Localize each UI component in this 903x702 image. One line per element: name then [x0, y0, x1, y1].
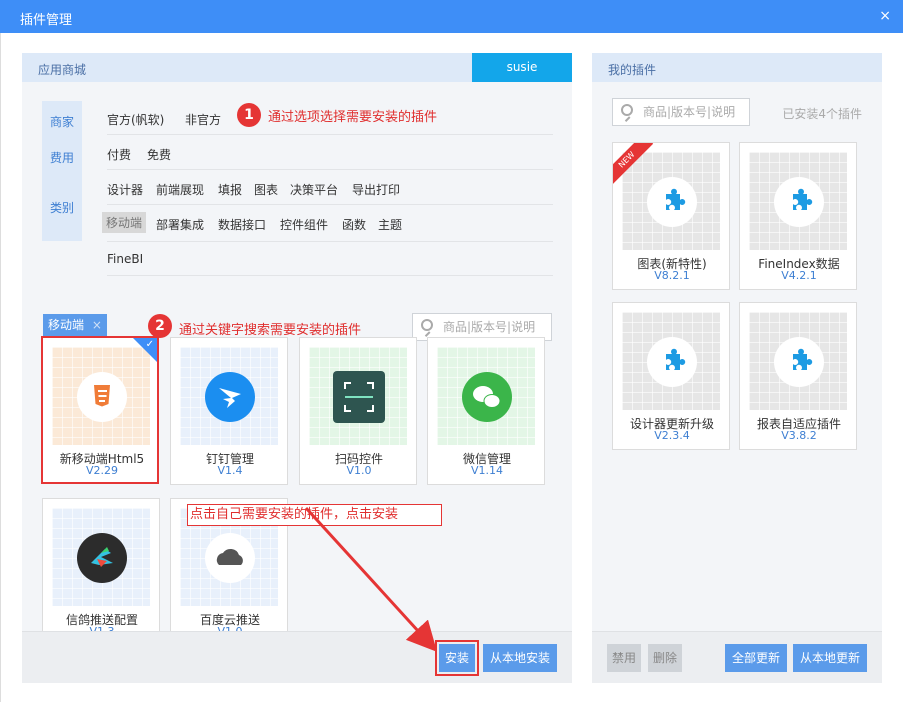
filter-type-item[interactable]: 前端展现: [156, 181, 204, 198]
tag-label: 移动端: [48, 318, 85, 332]
category-fee[interactable]: 费用: [42, 149, 82, 166]
store-panel: 应用商城 susie 商家 费用 类别 官方(帆软) 非官方 付费 免费 设计器…: [22, 53, 572, 683]
wechat-icon: [462, 372, 512, 422]
plugin-version: V2.29: [85, 464, 119, 477]
my-plugins-footer: 禁用 删除 全部更新 从本地更新: [592, 631, 882, 683]
annotation-text-1: 通过选项选择需要安装的插件: [268, 110, 438, 125]
html5-icon: [77, 372, 127, 422]
puzzle-icon: [774, 337, 824, 387]
filter-type-item[interactable]: 函数: [342, 216, 366, 233]
plugin-version: V3.8.2: [781, 429, 817, 442]
puzzle-icon: [647, 337, 697, 387]
filter-paid[interactable]: 付费: [107, 146, 131, 163]
scan-icon: [333, 371, 385, 423]
my-plugins-search-input[interactable]: 商品|版本号|说明: [612, 98, 750, 126]
search-icon: [621, 104, 633, 116]
store-title: 应用商城: [38, 63, 87, 77]
my-plugins-panel: 我的插件 商品|版本号|说明 已安装4个插件 NEW 图表(新特性) V8.2.…: [592, 53, 882, 683]
active-filter-tag[interactable]: 移动端 ×: [43, 314, 107, 337]
user-tab[interactable]: susie: [472, 53, 572, 82]
category-sidebar: 商家 费用 类别: [42, 101, 82, 241]
annotation-badge-2: 2: [148, 314, 172, 338]
plugin-version: V1.0: [346, 464, 372, 477]
plugin-card-pigeon[interactable]: 信鸽推送配置 V1.3: [42, 498, 160, 646]
plugin-version: V8.2.1: [654, 269, 690, 282]
disable-button[interactable]: 禁用: [607, 644, 641, 672]
my-plugins-header: 我的插件: [592, 53, 882, 82]
plugin-version: V1.14: [470, 464, 504, 477]
puzzle-icon: [774, 177, 824, 227]
my-plugin-card[interactable]: NEW 图表(新特性) V8.2.1: [612, 142, 730, 290]
filter-row-type2: 移动端 部署集成 数据接口 控件组件 函数 主题: [102, 206, 553, 240]
plugin-version: V2.3.4: [654, 429, 690, 442]
plugin-card-wechat[interactable]: 微信管理 V1.14: [427, 337, 545, 485]
annotation-text-2: 通过关键字搜索需要安装的插件: [179, 323, 362, 338]
plugin-card-dingtalk[interactable]: 钉钉管理 V1.4: [170, 337, 288, 485]
puzzle-icon: [647, 177, 697, 227]
filter-type-item[interactable]: 部署集成: [156, 216, 204, 233]
install-button[interactable]: 安装: [435, 640, 479, 676]
local-update-button[interactable]: 从本地更新: [793, 644, 867, 672]
filter-type-item[interactable]: 主题: [378, 216, 402, 233]
pigeon-icon: [77, 533, 127, 583]
filter-row-type3: FineBI: [107, 241, 553, 276]
category-merchant[interactable]: 商家: [42, 113, 82, 130]
local-install-button[interactable]: 从本地安装: [483, 644, 557, 672]
my-plugin-card[interactable]: 设计器更新升级 V2.3.4: [612, 302, 730, 450]
my-plugin-card[interactable]: FineIndex数据 V4.2.1: [739, 142, 857, 290]
filter-type-item[interactable]: 填报: [218, 181, 242, 198]
check-icon: ✓: [145, 339, 154, 350]
close-icon[interactable]: ×: [879, 8, 891, 24]
my-plugins-title: 我的插件: [608, 63, 657, 77]
filter-row-type1: 设计器 前端展现 填报 图表 决策平台 导出打印: [107, 171, 553, 205]
tag-close-icon[interactable]: ×: [92, 318, 102, 332]
plugin-card-scan[interactable]: 扫码控件 V1.0: [299, 337, 417, 485]
search-icon: [421, 319, 433, 331]
update-all-button[interactable]: 全部更新: [725, 644, 787, 672]
installed-count: 已安装4个插件: [782, 107, 862, 121]
filter-type-item[interactable]: 图表: [254, 181, 278, 198]
filter-type-item[interactable]: 导出打印: [352, 181, 400, 198]
category-type[interactable]: 类别: [42, 199, 82, 216]
plugin-version: V4.2.1: [781, 269, 817, 282]
store-footer: 安装 从本地安装: [22, 631, 572, 683]
plugin-dialog: 应用商城 susie 商家 费用 类别 官方(帆软) 非官方 付费 免费 设计器…: [0, 33, 903, 702]
window-title: 插件管理: [20, 13, 73, 28]
my-plugin-card[interactable]: 报表自适应插件 V3.8.2: [739, 302, 857, 450]
dingtalk-icon: [205, 372, 255, 422]
filter-type-item[interactable]: FineBI: [107, 252, 143, 266]
filter-official[interactable]: 官方(帆软): [107, 111, 164, 128]
annotation-badge-1: 1: [237, 103, 261, 127]
plugin-card-html5[interactable]: ✓ 新移动端Html5 V2.29: [41, 336, 159, 484]
delete-button[interactable]: 删除: [648, 644, 682, 672]
store-header: 应用商城 susie: [22, 53, 572, 82]
filter-unofficial[interactable]: 非官方: [185, 111, 221, 128]
filter-type-item[interactable]: 数据接口: [218, 216, 266, 233]
filter-type-item[interactable]: 设计器: [107, 181, 143, 198]
plugin-version: V1.4: [217, 464, 243, 477]
annotation-callout: 点击自己需要安装的插件，点击安装: [187, 504, 442, 526]
filter-row-fee: 付费 免费: [107, 136, 553, 170]
filter-free[interactable]: 免费: [147, 146, 171, 163]
baidu-cloud-icon: [205, 533, 255, 583]
filter-type-item[interactable]: 控件组件: [280, 216, 328, 233]
title-bar: 插件管理 ×: [0, 0, 903, 33]
filter-type-item[interactable]: 决策平台: [290, 181, 338, 198]
filter-type-item-selected[interactable]: 移动端: [102, 212, 147, 233]
